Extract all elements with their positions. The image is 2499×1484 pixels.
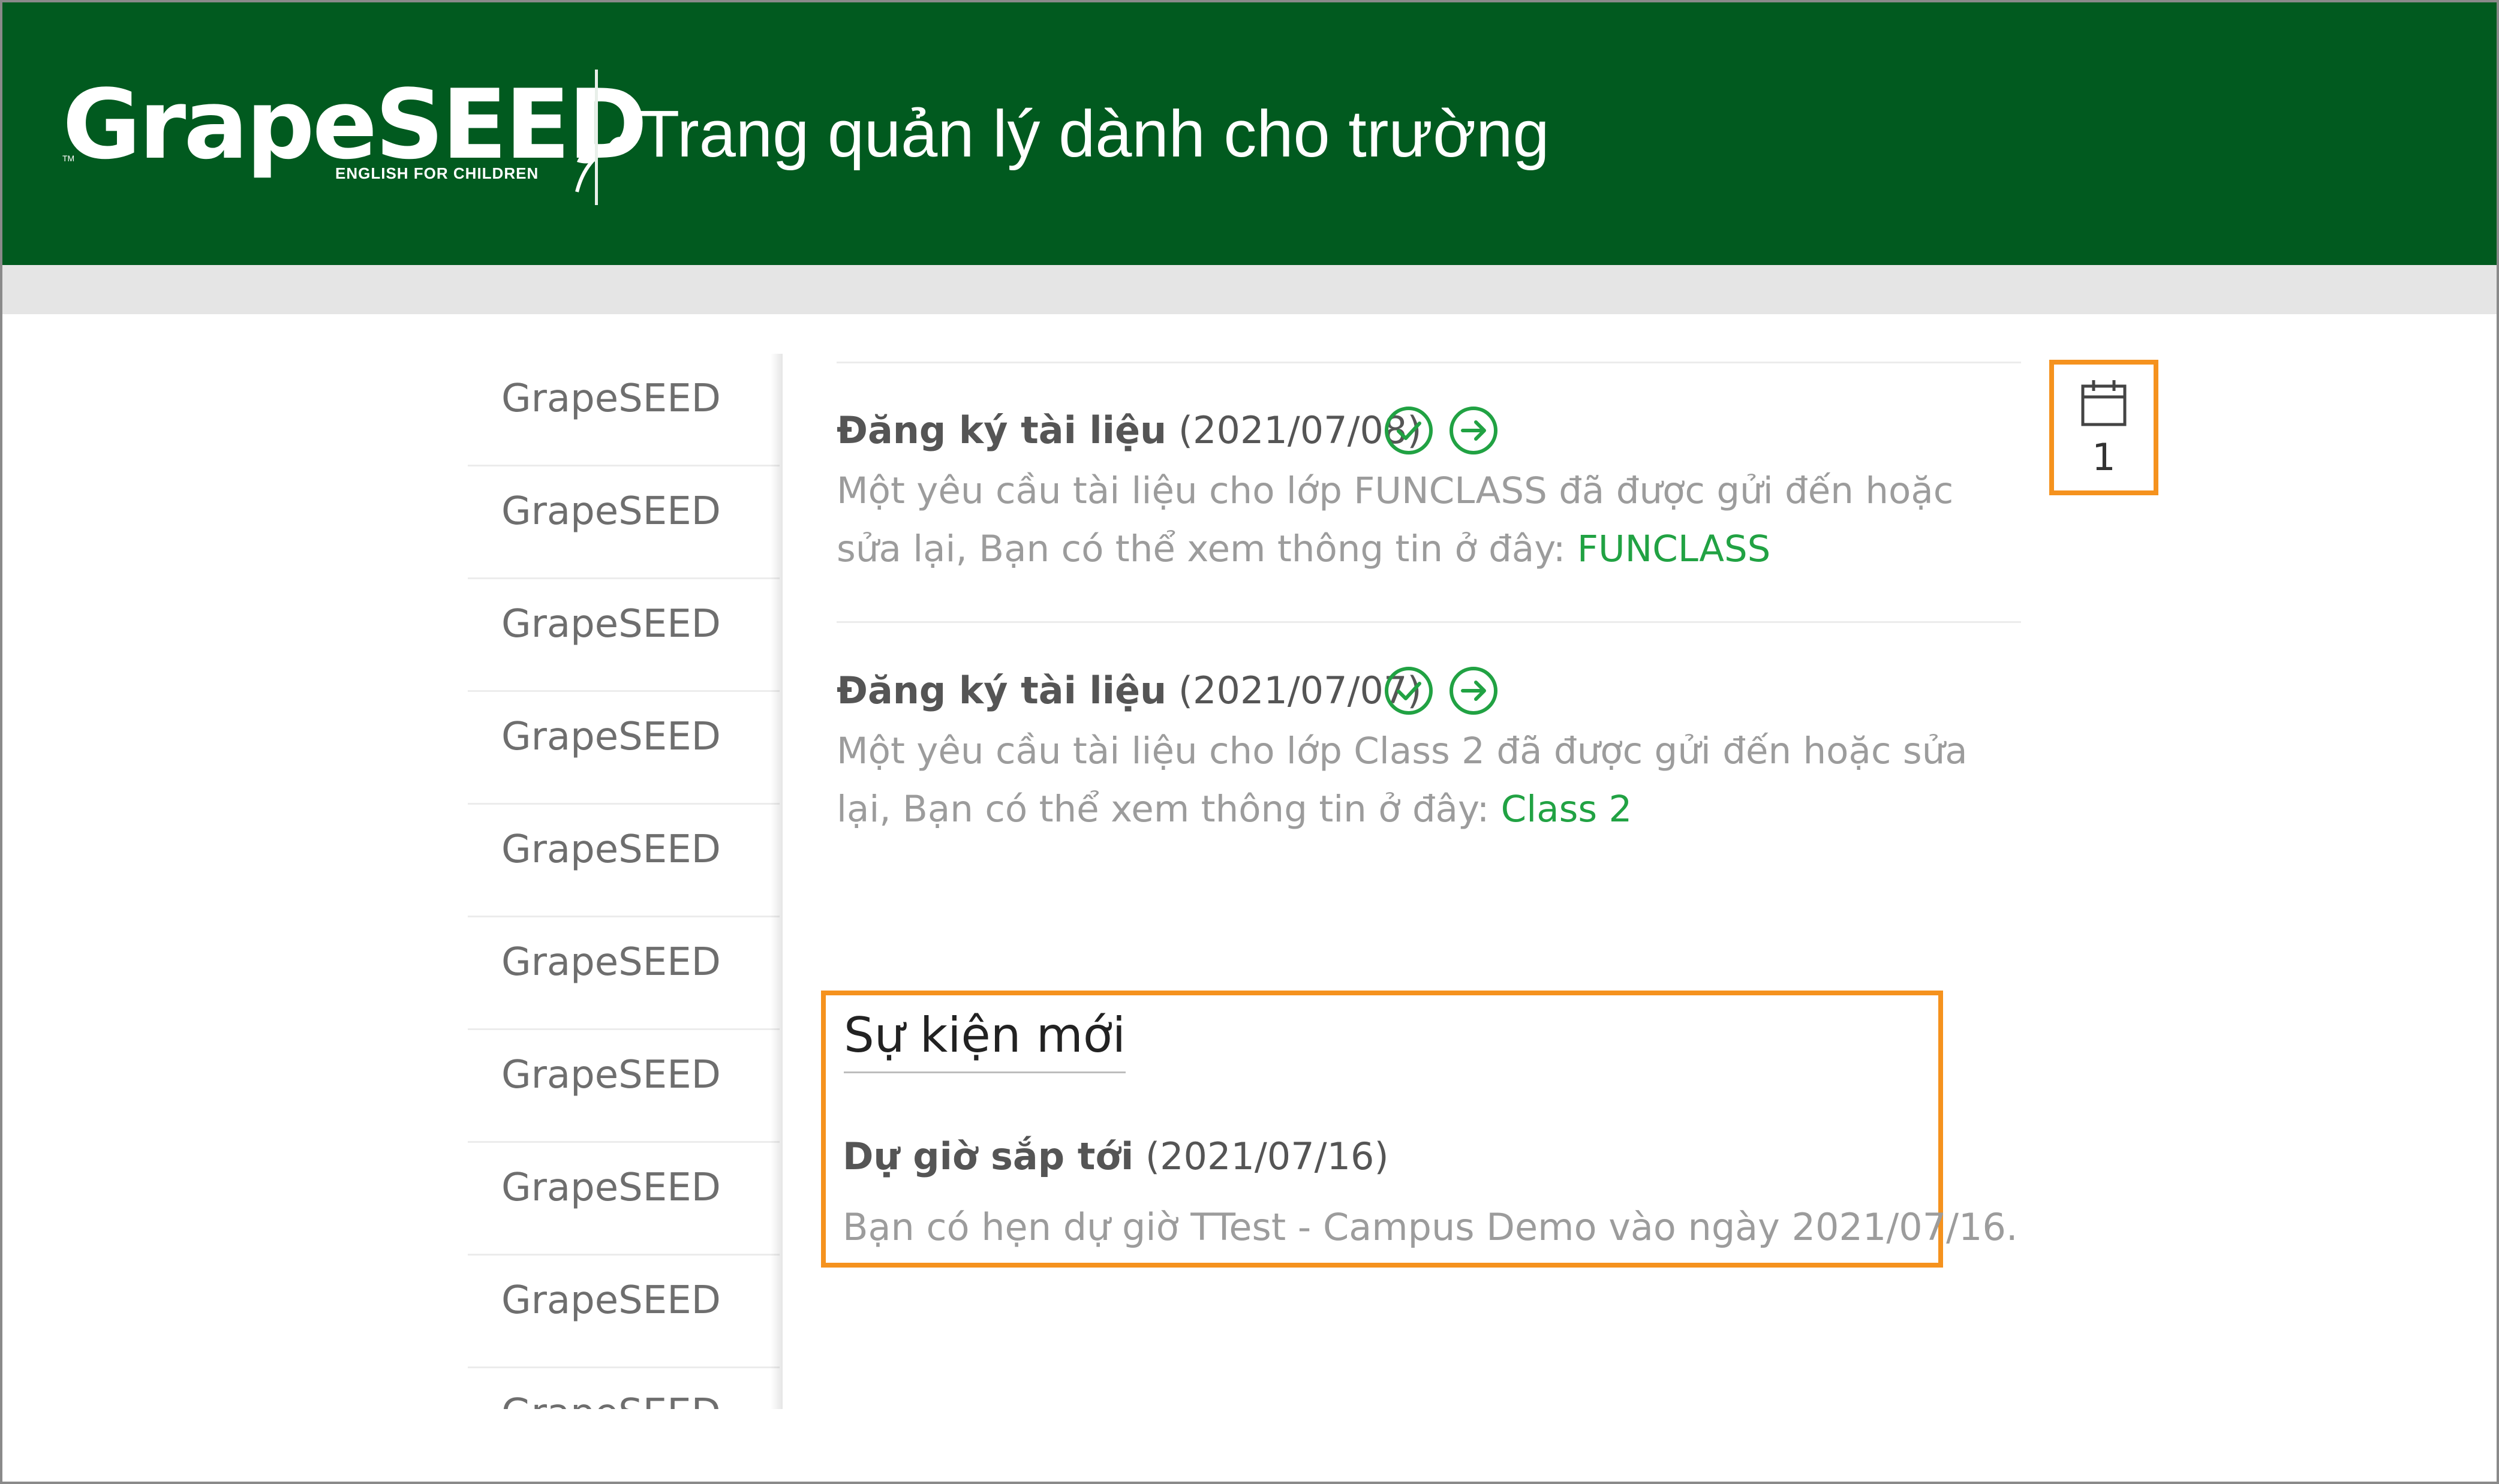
logo-tagline: ENGLISH FOR CHILDREN — [335, 164, 539, 182]
arrow-right-circle-icon[interactable] — [1448, 405, 1499, 456]
event-description: Bạn có hẹn dự giờ TTest - Campus Demo và… — [843, 1205, 2018, 1249]
sidebar-item[interactable]: GrapeSEED — [468, 1368, 780, 1409]
class-link[interactable]: Class 2 — [1501, 788, 1632, 830]
sidebar-shadow — [771, 354, 783, 1409]
event-type: Dự giờ sắp tới — [843, 1134, 1134, 1178]
sidebar-item[interactable]: GrapeSEED — [468, 1030, 780, 1143]
calendar-icon — [2081, 380, 2127, 426]
calendar-widget[interactable]: 1 — [2049, 360, 2158, 495]
notification-title: Đăng ký tài liệu (2021/07/07) — [837, 667, 1422, 715]
sidebar-item[interactable]: GrapeSEED — [468, 805, 780, 917]
notification-type: Đăng ký tài liệu — [837, 669, 1167, 712]
sidebar-item[interactable]: GrapeSEED — [468, 579, 780, 692]
new-events-panel: Sự kiện mới Dự giờ sắp tới (2021/07/16) … — [821, 991, 2018, 1268]
app-header: GrapeSEED TM ENGLISH FOR CHILDREN Trang … — [2, 2, 2497, 265]
sidebar-item[interactable]: GrapeSEED — [468, 692, 780, 805]
logo-trademark: TM — [62, 153, 75, 163]
event-date: (2021/07/16) — [1145, 1134, 1389, 1178]
grapeseed-logo[interactable]: GrapeSEED TM ENGLISH FOR CHILDREN — [62, 65, 648, 197]
notification-type: Đăng ký tài liệu — [837, 408, 1167, 452]
check-circle-icon[interactable] — [1384, 666, 1434, 716]
divider — [837, 621, 2021, 623]
notification-item: Đăng ký tài liệu (2021/07/07) Một yêu cầ… — [837, 667, 2021, 847]
notification-item: Đăng ký tài liệu (2021/07/08) Một yêu cầ… — [837, 407, 2021, 586]
check-circle-icon[interactable] — [1384, 405, 1434, 456]
sidebar-item[interactable]: GrapeSEED — [468, 1143, 780, 1256]
class-link[interactable]: FUNCLASS — [1577, 528, 1771, 570]
notification-body: Một yêu cầu tài liệu cho lớp FUNCLASS đã… — [837, 462, 2021, 578]
arrow-right-circle-icon[interactable] — [1448, 666, 1499, 716]
notification-text: Một yêu cầu tài liệu cho lớp FUNCLASS đã… — [837, 469, 1954, 570]
header-divider — [595, 70, 598, 205]
sidebar-item[interactable]: GrapeSEED — [468, 466, 780, 579]
toolbar-strip — [2, 265, 2497, 314]
notification-title: Đăng ký tài liệu (2021/07/08) — [837, 407, 1422, 454]
events-heading: Sự kiện mới — [844, 1007, 1126, 1073]
notification-text: Một yêu cầu tài liệu cho lớp Class 2 đã … — [837, 730, 1968, 830]
event-count: 1 — [2092, 435, 2116, 479]
sidebar: GrapeSEED GrapeSEED GrapeSEED GrapeSEED … — [468, 354, 780, 1409]
event-title: Dự giờ sắp tới (2021/07/16) — [843, 1134, 1389, 1178]
sidebar-item[interactable]: GrapeSEED — [468, 354, 780, 466]
page-title: Trang quản lý dành cho trường — [639, 97, 1550, 171]
divider — [837, 362, 2021, 363]
sidebar-item[interactable]: GrapeSEED — [468, 1256, 780, 1368]
sidebar-item[interactable]: GrapeSEED — [468, 917, 780, 1030]
notification-body: Một yêu cầu tài liệu cho lớp Class 2 đã … — [837, 722, 2021, 838]
